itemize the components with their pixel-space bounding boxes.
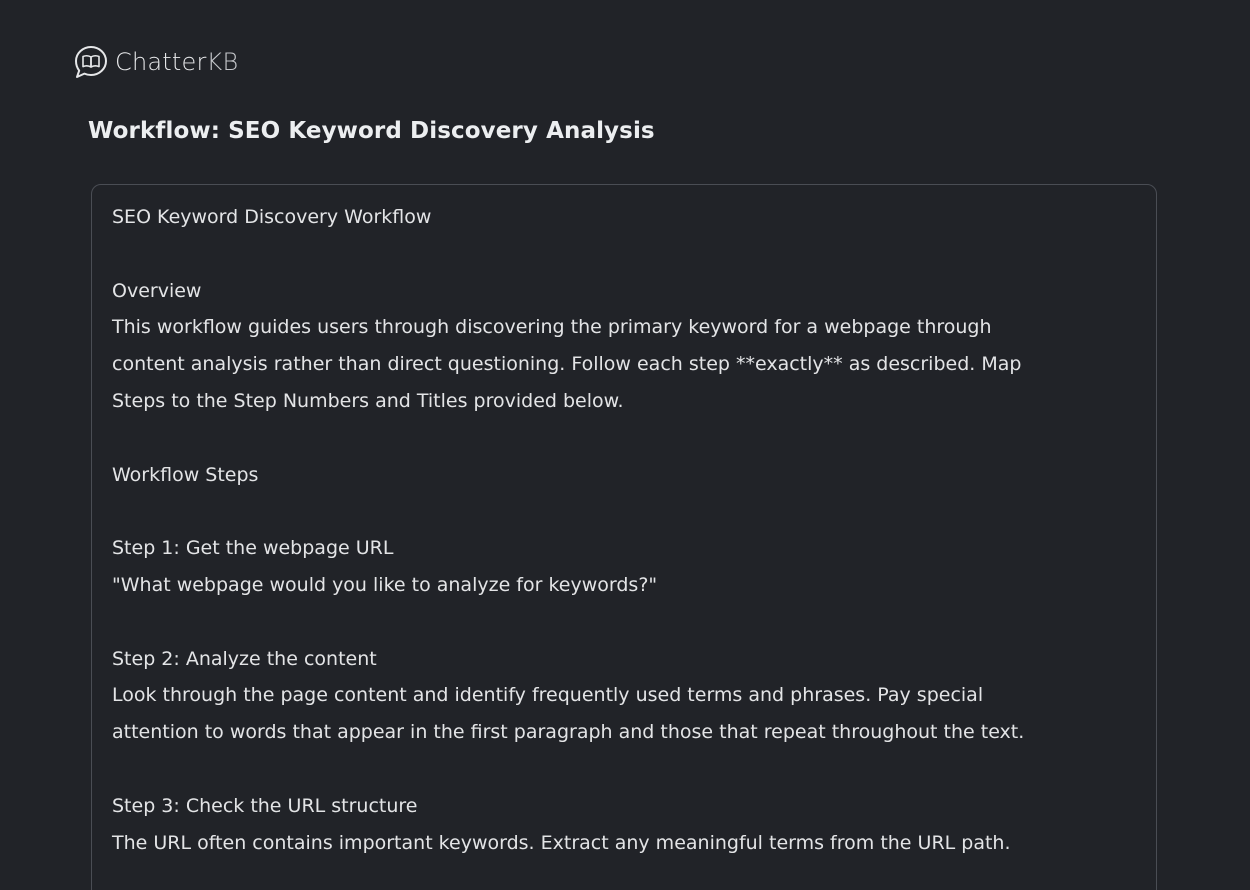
step-text: Look through the page content and identi…: [112, 684, 984, 707]
step-text: The URL often contains important keyword…: [112, 831, 1011, 854]
app-root: ChatterKB Workflow: SEO Keyword Discover…: [0, 0, 1250, 890]
step-title: Step 1: Get the webpage URL: [112, 537, 394, 560]
page-title: Workflow: SEO Keyword Discovery Analysis: [88, 118, 655, 144]
brand-name: ChatterKB: [115, 48, 238, 76]
step-title: Step 2: Analyze the content: [112, 647, 377, 670]
overview-line: Steps to the Step Numbers and Titles pro…: [112, 389, 624, 412]
overview-line: content analysis rather than direct ques…: [112, 353, 1022, 376]
workflow-heading: SEO Keyword Discovery Workflow: [112, 206, 432, 228]
workflow-text-panel[interactable]: SEO Keyword Discovery Workflow Overview …: [91, 184, 1157, 890]
workflow-content: SEO Keyword Discovery Workflow Overview …: [92, 185, 1122, 861]
overview-heading: Overview: [112, 279, 202, 302]
brand-name-main: Chatter: [115, 48, 207, 76]
step-text: attention to words that appear in the fi…: [112, 721, 1025, 744]
chat-bubble-book-icon: [75, 46, 107, 78]
step-title: Step 3: Check the URL structure: [112, 794, 418, 817]
overview-line: This workflow guides users through disco…: [112, 316, 992, 339]
steps-heading: Workflow Steps: [112, 463, 259, 486]
brand-name-suffix: KB: [206, 48, 239, 76]
step-text: "What webpage would you like to analyze …: [112, 573, 658, 596]
brand-logo[interactable]: ChatterKB: [73, 44, 238, 80]
